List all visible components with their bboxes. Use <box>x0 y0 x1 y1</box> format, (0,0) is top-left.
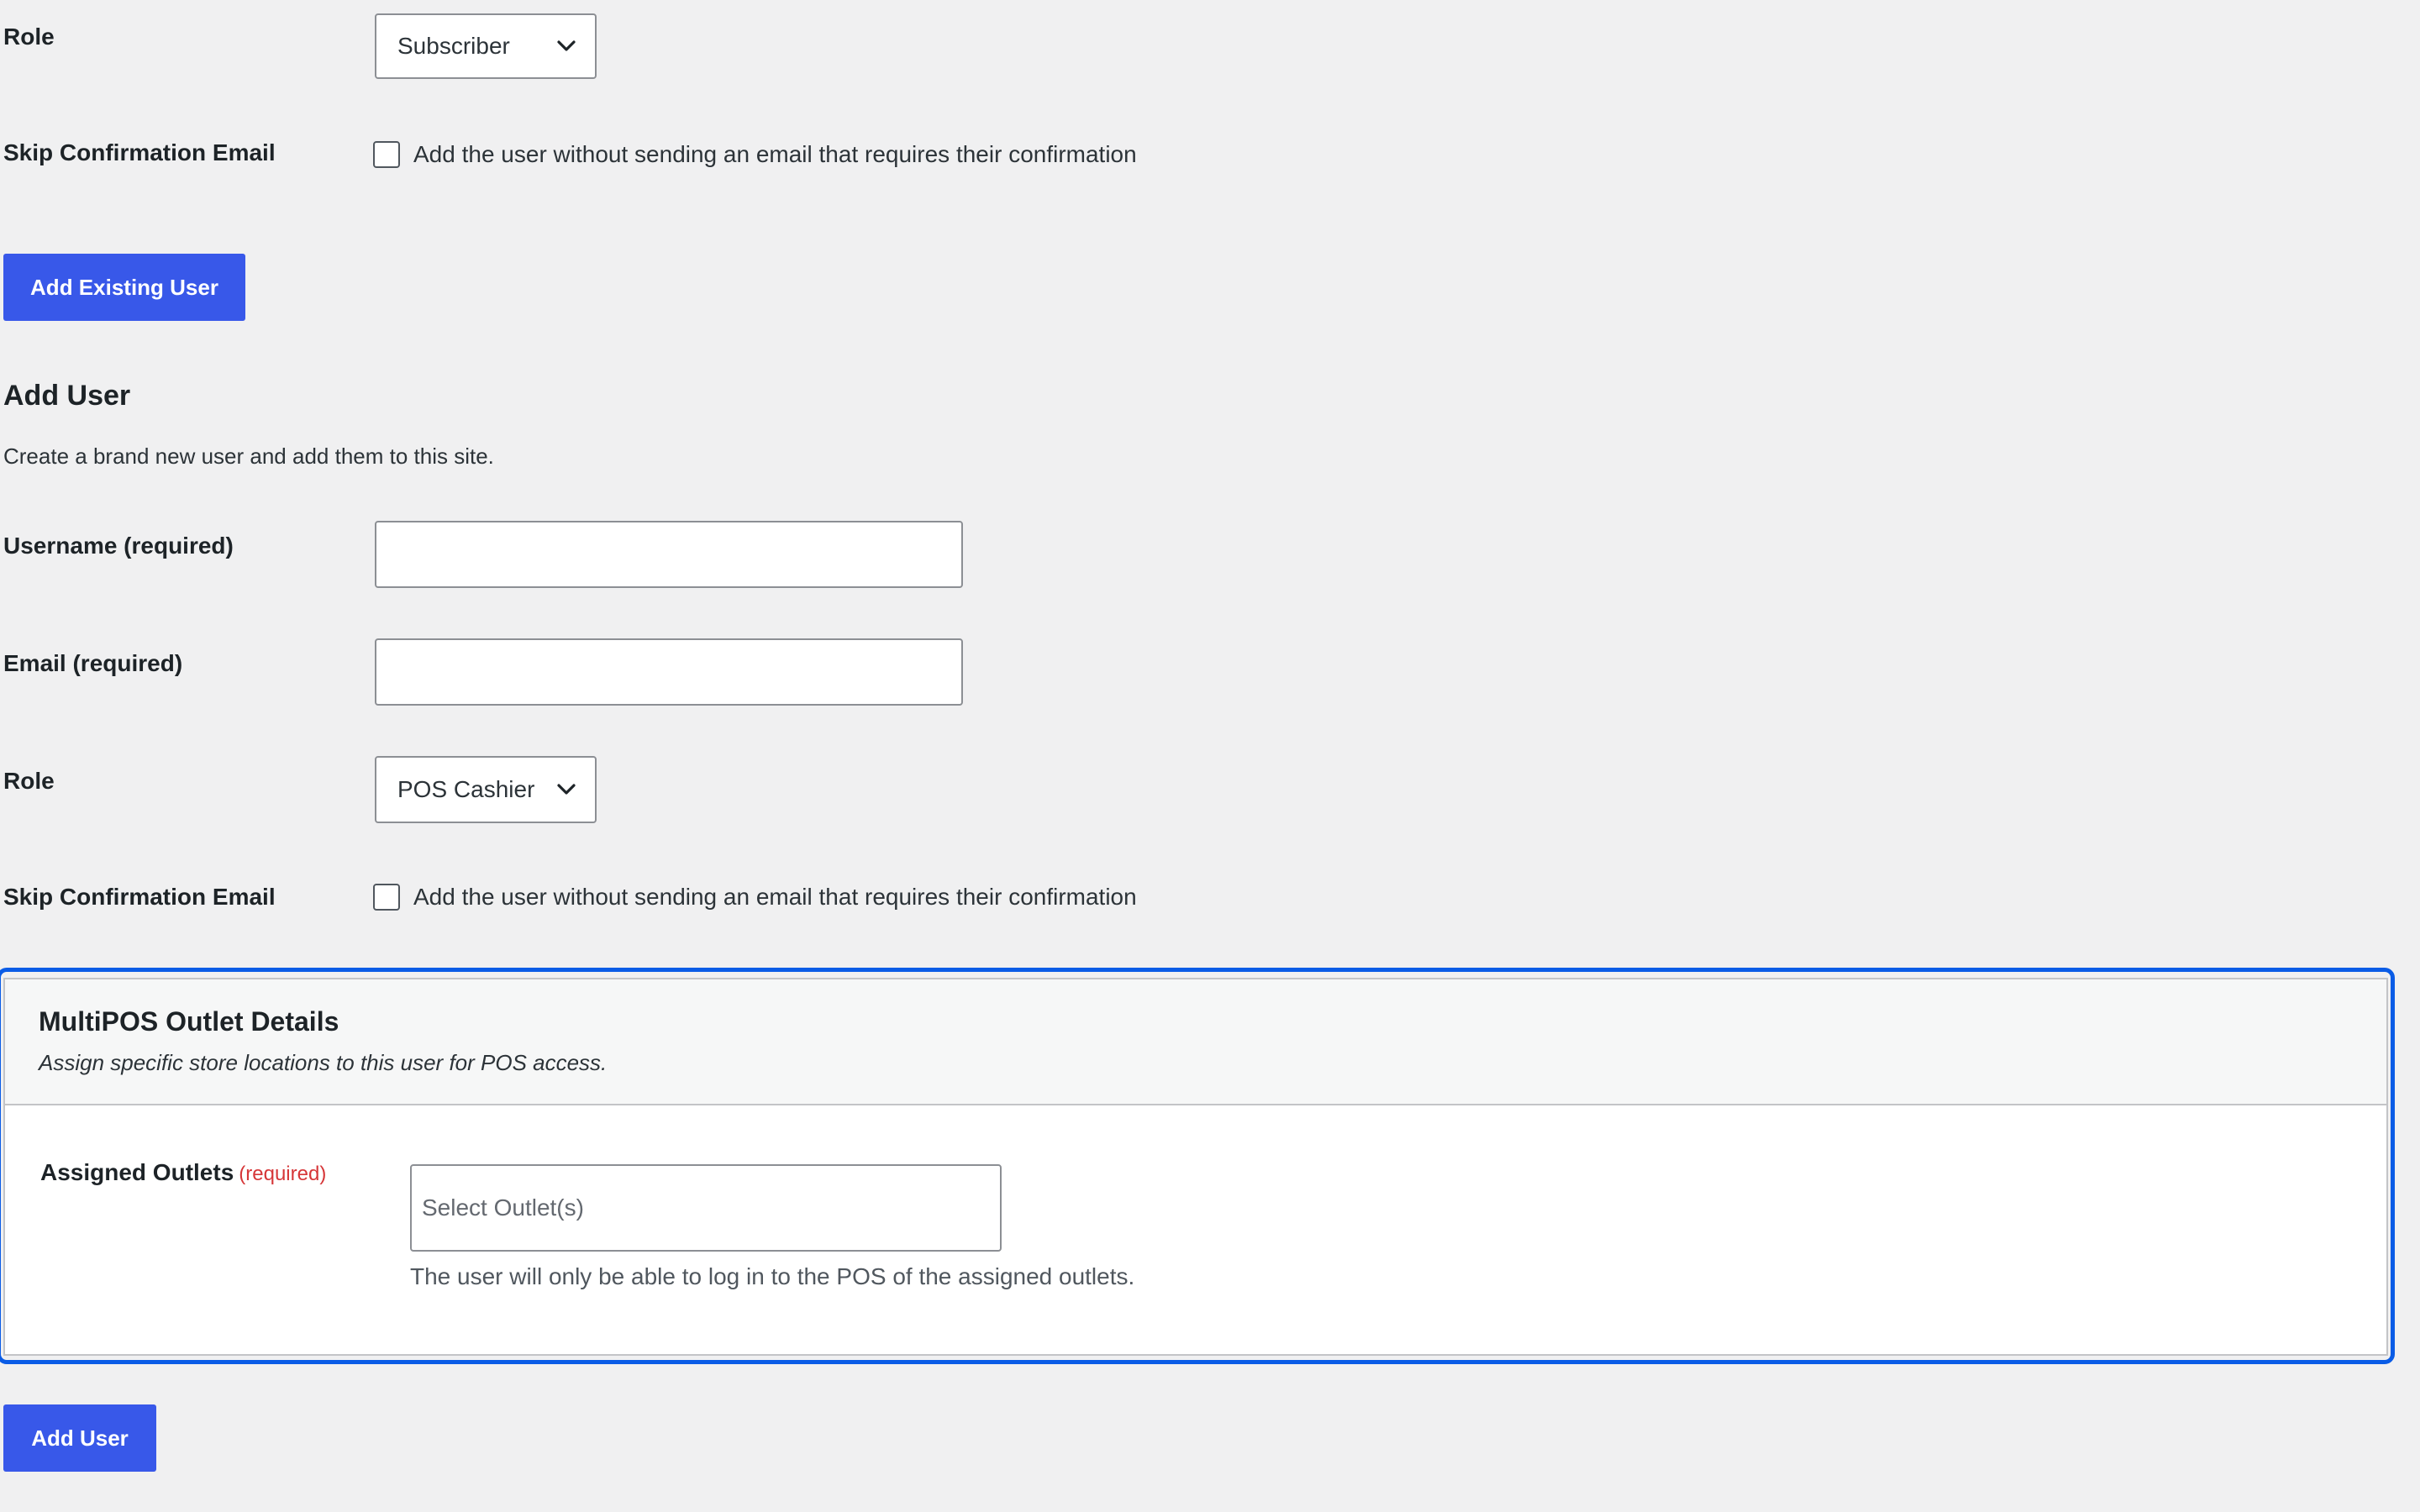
assigned-outlets-label-text: Assigned Outlets <box>40 1159 234 1185</box>
multipos-panel: MultiPOS Outlet Details Assign specific … <box>3 978 2388 1356</box>
email-input[interactable] <box>375 638 963 706</box>
add-user-heading: Add User <box>3 380 131 412</box>
username-input[interactable] <box>375 521 963 588</box>
outlets-select-input[interactable]: Select Outlet(s) <box>410 1164 1002 1252</box>
chevron-down-icon <box>557 40 576 51</box>
new-role-label: Role <box>3 768 55 794</box>
assigned-outlets-label: Assigned Outlets (required) <box>40 1159 326 1186</box>
multipos-title: MultiPOS Outlet Details <box>39 1006 339 1037</box>
add-user-description: Create a brand new user and add them to … <box>3 444 494 469</box>
existing-skip-checkbox[interactable] <box>373 141 400 168</box>
multipos-subtitle: Assign specific store locations to this … <box>39 1050 608 1075</box>
required-marker: (required) <box>239 1163 327 1185</box>
existing-skip-label: Skip Confirmation Email <box>3 139 276 165</box>
chevron-down-icon <box>557 784 576 795</box>
outlets-help-text: The user will only be able to log in to … <box>410 1263 1135 1289</box>
new-skip-text: Add the user without sending an email th… <box>413 884 1137 910</box>
new-skip-checkbox[interactable] <box>373 884 400 911</box>
existing-role-label: Role <box>3 24 55 50</box>
new-role-value: POS Cashier <box>397 776 535 802</box>
existing-role-value: Subscriber <box>397 33 510 59</box>
existing-skip-text: Add the user without sending an email th… <box>413 141 1137 167</box>
new-role-select[interactable]: POS Cashier <box>375 756 597 823</box>
existing-role-select[interactable]: Subscriber <box>375 13 597 79</box>
add-user-button[interactable]: Add User <box>3 1404 156 1472</box>
multipos-panel-header: MultiPOS Outlet Details Assign specific … <box>5 979 2386 1105</box>
email-label: Email (required) <box>3 650 183 676</box>
new-skip-label: Skip Confirmation Email <box>3 884 276 910</box>
add-existing-user-button[interactable]: Add Existing User <box>3 254 245 321</box>
outlets-placeholder: Select Outlet(s) <box>422 1194 584 1221</box>
username-label: Username (required) <box>3 533 234 559</box>
